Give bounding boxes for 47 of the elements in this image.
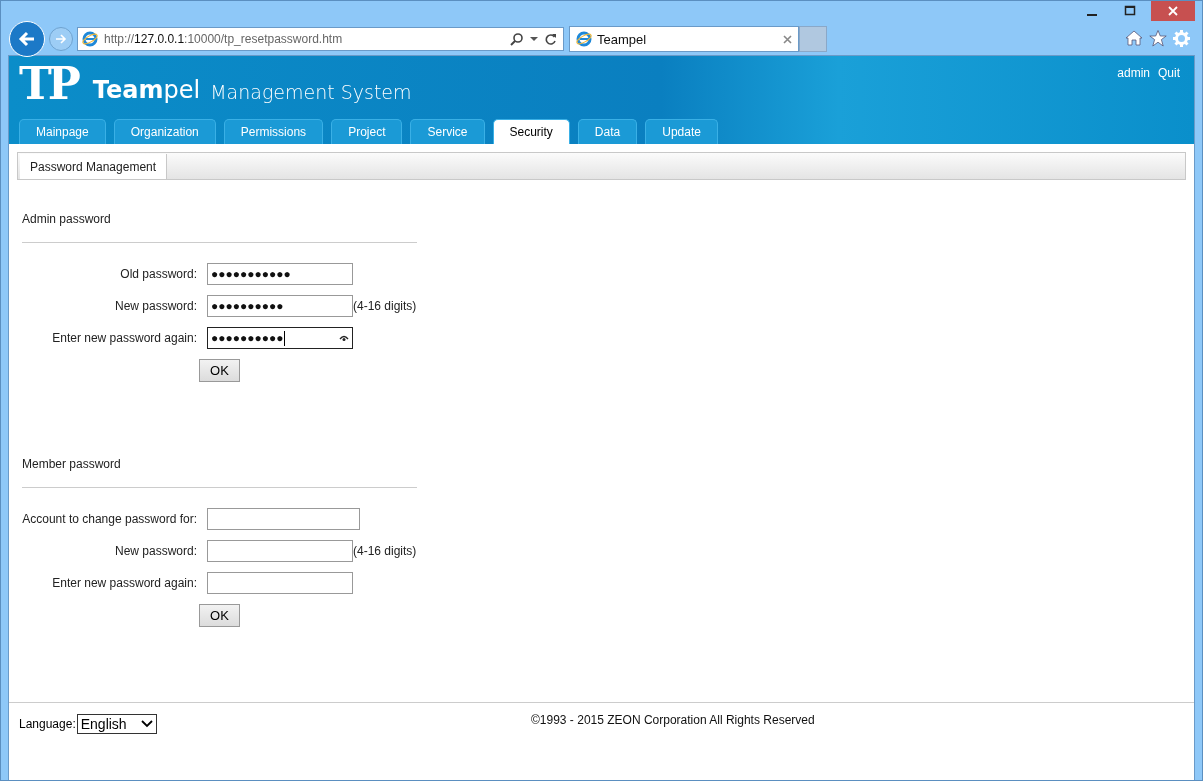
language-label: Language: [19, 717, 76, 731]
password-field[interactable] [207, 508, 360, 530]
favorites-star-icon[interactable] [1149, 30, 1167, 47]
field-label: Enter new password again: [51, 576, 197, 590]
password-field[interactable]: ●●●●●●●●●●● [207, 263, 353, 285]
address-bar[interactable]: http://127.0.0.1:10000/tp_resetpassword.htm [77, 27, 564, 51]
language-dropdown[interactable]: English [76, 714, 157, 734]
field-label: Enter new password again: [51, 331, 197, 345]
reveal-password-icon[interactable] [339, 335, 349, 341]
browser-logo-icon [576, 31, 592, 47]
back-arrow-icon [17, 29, 37, 49]
field-label: New password: [113, 544, 197, 558]
field-hint: (4-16 digits) [353, 299, 417, 313]
password-field[interactable]: ●●●●●●●●●● [207, 295, 353, 317]
ok-button[interactable]: OK [199, 358, 240, 382]
maximize-icon [1124, 5, 1136, 17]
forward-arrow-icon [54, 32, 68, 46]
forward-button[interactable] [49, 27, 73, 51]
ok-button[interactable]: OK [199, 603, 240, 627]
field-hint: (4-16 digits) [353, 544, 417, 558]
header-link[interactable]: Quit [1158, 66, 1180, 80]
minimize-icon [1087, 14, 1097, 16]
field-label: Account to change password for: [22, 512, 197, 526]
browser-logo-icon [82, 31, 98, 47]
back-button[interactable] [9, 21, 45, 57]
field-label: New password: [113, 299, 197, 313]
refresh-icon[interactable] [544, 32, 557, 46]
search-icon[interactable] [510, 32, 524, 46]
caret-icon [140, 720, 153, 728]
close-button[interactable] [1151, 1, 1195, 21]
section-title: Admin password [22, 212, 112, 226]
close-icon [1167, 5, 1179, 17]
nav-tab[interactable]: Security [492, 119, 570, 144]
field-label: Old password: [119, 267, 197, 281]
home-icon[interactable] [1125, 30, 1143, 46]
password-field[interactable]: ●●●●●●●●●● [207, 327, 353, 349]
brand-name: Teampel [92, 76, 201, 104]
app-subtitle: Management System [210, 81, 412, 104]
password-field[interactable] [207, 540, 353, 562]
browser-tab[interactable]: Teampel [569, 26, 799, 52]
password-field[interactable] [207, 572, 353, 594]
close-tab-icon[interactable] [783, 34, 792, 44]
dropdown-caret-icon[interactable] [530, 36, 538, 42]
copyright-text: ©1993 - 2015 ZEON Corporation All Rights Reserved [531, 713, 815, 727]
section-title: Member password [22, 457, 122, 471]
logo-mark: TP [19, 64, 77, 104]
subtab[interactable]: Password Management [20, 154, 168, 179]
